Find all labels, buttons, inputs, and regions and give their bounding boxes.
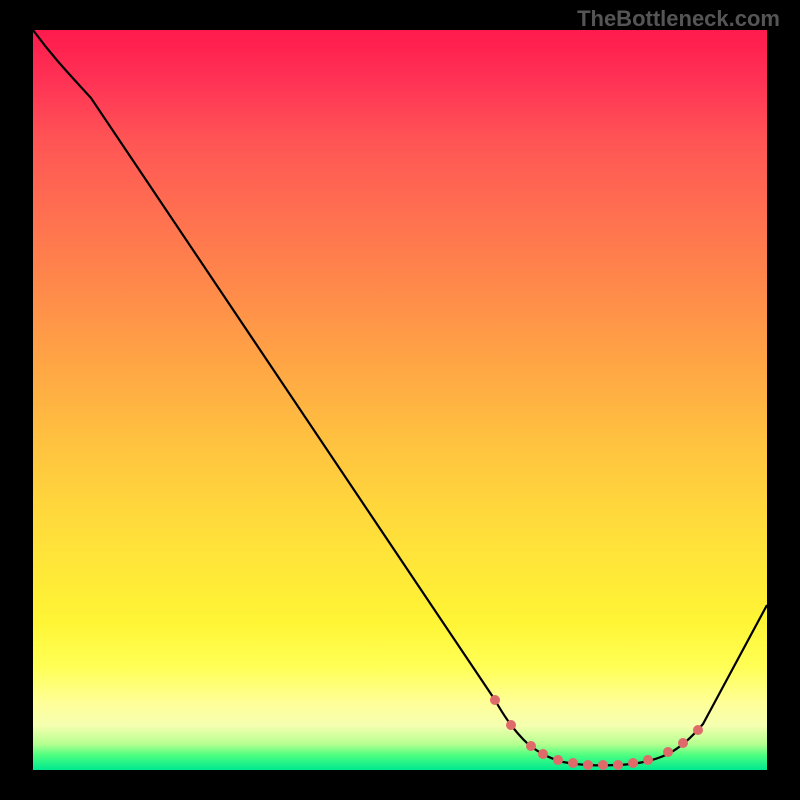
line-curve [33, 30, 767, 770]
curve-path [33, 30, 767, 765]
plot-area [33, 30, 767, 770]
marker-dots [490, 695, 703, 770]
chart-container: TheBottleneck.com [0, 0, 800, 800]
watermark-text: TheBottleneck.com [577, 6, 780, 32]
